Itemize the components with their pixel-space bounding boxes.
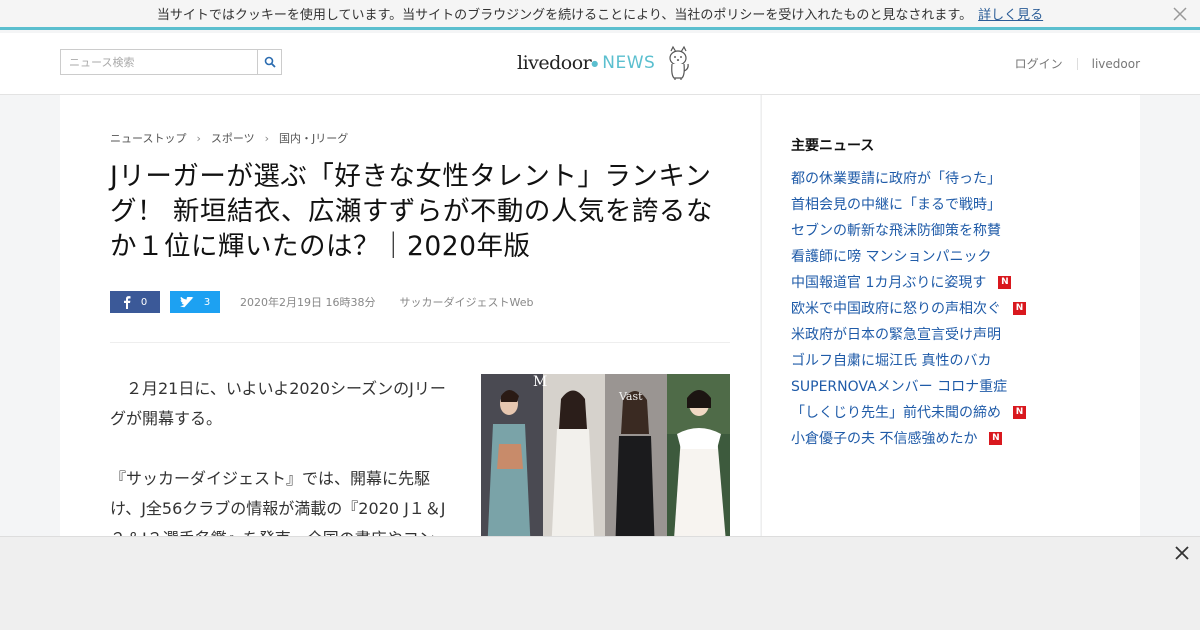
- search-box: [60, 49, 282, 75]
- news-item[interactable]: セブンの斬新な飛沫防御策を称賛: [791, 217, 1026, 243]
- breadcrumb-sports[interactable]: スポーツ: [211, 130, 255, 146]
- breadcrumb-jleague[interactable]: 国内・Jリーグ: [279, 130, 348, 146]
- svg-text:M: M: [533, 374, 547, 390]
- new-badge: N: [1013, 405, 1026, 419]
- news-item[interactable]: 小倉優子の夫 不信感強めたか N: [791, 425, 1026, 451]
- logo-news: NEWS: [602, 53, 656, 73]
- facebook-icon: [123, 295, 131, 309]
- ad-banner: [0, 536, 1200, 630]
- site-logo[interactable]: livedoor ● NEWS: [517, 45, 693, 81]
- cookie-banner: 当サイトではクッキーを使用しています。当サイトのブラウジングを続けることにより、…: [0, 0, 1200, 30]
- news-item-title: 米政府が日本の緊急宣言受け声明: [791, 327, 1001, 343]
- news-item-title: 都の休業要請に政府が「待った」: [791, 171, 1001, 187]
- top-news-list: 都の休業要請に政府が「待った」 首相会見の中継に「まるで戦時」 セブンの斬新な飛…: [791, 165, 1026, 451]
- search-icon: [264, 56, 276, 68]
- news-item-title: セブンの斬新な飛沫防御策を称賛: [791, 223, 1001, 239]
- new-badge: N: [998, 275, 1012, 289]
- svg-text:Vast: Vast: [618, 390, 643, 403]
- breadcrumb: ニューストップ › スポーツ › 国内・Jリーグ: [110, 130, 348, 146]
- news-item[interactable]: 米政府が日本の緊急宣言受け声明: [791, 321, 1026, 347]
- new-badge: N: [1013, 301, 1026, 315]
- news-item[interactable]: 「しくじり先生」前代未聞の締め N: [791, 399, 1026, 425]
- new-badge: N: [989, 431, 1003, 445]
- article-photo[interactable]: M Vast: [481, 374, 730, 554]
- logo-dot: ●: [591, 58, 599, 68]
- news-item-title: 首相会見の中継に「まるで戦時」: [791, 197, 1001, 213]
- chevron-right-icon: ›: [196, 131, 201, 145]
- news-item-title: 看護師に嗙 マンションパニック: [791, 249, 992, 265]
- twitter-icon: [179, 296, 194, 307]
- news-item[interactable]: 看護師に嗙 マンションパニック: [791, 243, 1026, 269]
- news-item-title: SUPERNOVAメンバー コロナ重症: [791, 379, 1008, 395]
- cookie-message: 当サイトではクッキーを使用しています。当サイトのブラウジングを続けることにより、…: [156, 8, 973, 23]
- close-icon[interactable]: [1174, 545, 1190, 561]
- divider: [110, 342, 730, 343]
- twitter-share-button[interactable]: 3: [170, 291, 220, 313]
- article-date: 2020年2月19日 16時38分: [240, 296, 376, 309]
- news-item[interactable]: 都の休業要請に政府が「待った」: [791, 165, 1026, 191]
- article-source[interactable]: サッカーダイジェストWeb: [399, 294, 533, 310]
- cookie-details-link[interactable]: 詳しく見る: [978, 4, 1043, 23]
- search-input[interactable]: [60, 49, 257, 75]
- login-link[interactable]: ログイン: [1015, 55, 1063, 72]
- header-divider: [1076, 57, 1078, 70]
- top-news-heading: 主要ニュース: [791, 138, 875, 154]
- dog-mascot-icon: [669, 45, 690, 80]
- news-item[interactable]: SUPERNOVAメンバー コロナ重症: [791, 373, 1026, 399]
- article-title: Jリーガーが選ぶ「好きな女性タレント」ランキング！ 新垣結衣、広瀬すずらが不動の…: [110, 161, 713, 262]
- livedoor-link[interactable]: livedoor: [1092, 57, 1140, 71]
- search-button[interactable]: [257, 49, 282, 75]
- news-item-title: 小倉優子の夫 不信感強めたか: [791, 431, 978, 447]
- facebook-share-count: 0: [140, 296, 148, 308]
- site-header: livedoor ● NEWS ログイン livedoor: [0, 33, 1200, 95]
- news-item[interactable]: ゴルフ自粛に堀江氏 真性のバカ: [791, 347, 1026, 373]
- news-item-title: 「しくじり先生」前代未聞の締め: [791, 405, 1001, 421]
- news-item[interactable]: 首相会見の中継に「まるで戦時」: [791, 191, 1026, 217]
- news-item[interactable]: 欧米で中国政府に怒りの声相次ぐ N: [791, 295, 1026, 321]
- header-links: ログイン livedoor: [1015, 55, 1140, 72]
- cookie-close-icon[interactable]: [1172, 6, 1188, 22]
- logo-livedoor: livedoor: [517, 52, 592, 74]
- twitter-share-count: 3: [203, 296, 211, 308]
- chevron-right-icon: ›: [264, 131, 270, 145]
- news-item-title: 欧米で中国政府に怒りの声相次ぐ: [791, 301, 1001, 317]
- share-bar: 0 3 2020年2月19日 16時38分 サッカーダイジェストWeb: [110, 291, 533, 313]
- breadcrumb-news-top[interactable]: ニューストップ: [110, 130, 186, 146]
- article-photo-image: M Vast: [481, 374, 730, 554]
- news-item-title: 中国報道官 1カ月ぶりに姿現す: [791, 275, 987, 291]
- facebook-share-button[interactable]: 0: [110, 291, 160, 313]
- news-item[interactable]: 中国報道官 1カ月ぶりに姿現す N: [791, 269, 1026, 295]
- article-paragraph: ２月21日に、いよいよ2020シーズンのJリーグが開幕する。: [110, 379, 446, 428]
- news-item-title: ゴルフ自粛に堀江氏 真性のバカ: [791, 353, 992, 369]
